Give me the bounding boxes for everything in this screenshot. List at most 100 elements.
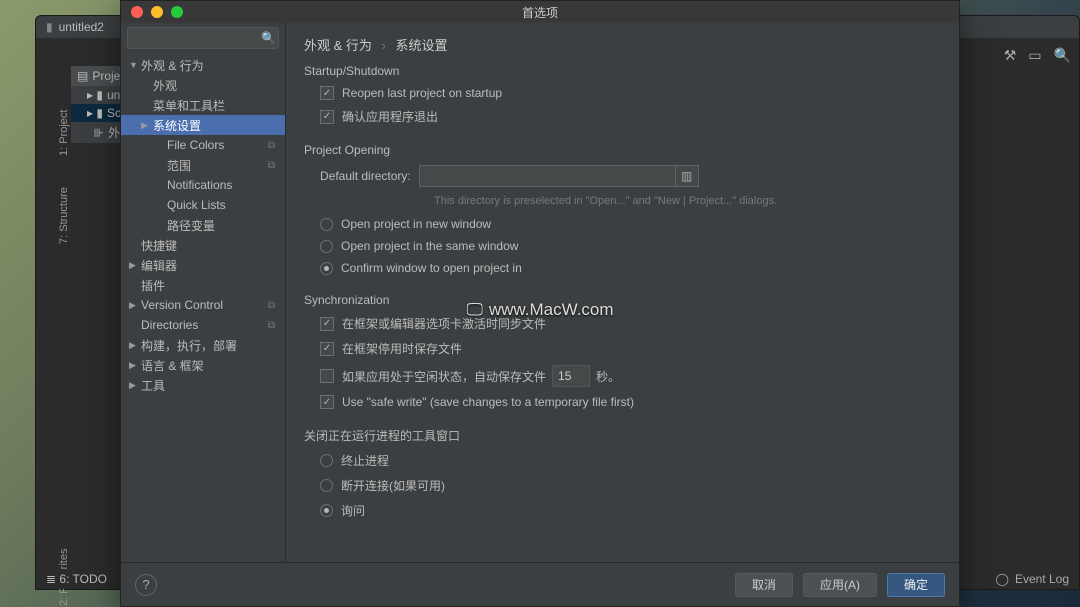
side-tab-structure[interactable]: 7: Structure <box>58 187 70 244</box>
todo-tab[interactable]: ≣ 6: TODO <box>46 572 107 586</box>
apply-button[interactable]: 应用(A) <box>803 573 877 597</box>
tree-item-label: 外观 <box>153 77 177 94</box>
safe-write-label: Use "safe write" (save changes to a temp… <box>342 395 634 409</box>
ok-button[interactable]: 确定 <box>887 573 945 597</box>
preferences-search: 🔍 <box>127 27 279 49</box>
terminate-radio[interactable] <box>320 454 333 467</box>
section-project-opening-title: Project Opening <box>304 143 941 157</box>
tree-arrow-icon: ▼ <box>129 60 139 70</box>
help-button[interactable]: ? <box>135 574 157 596</box>
ide-left-sidebar: 1: Project 7: Structure 2: Favorites <box>36 66 71 569</box>
auto-save-seconds-input[interactable] <box>552 365 590 387</box>
sync-activate-label: 在框架或编辑器选项卡激活时同步文件 <box>342 315 546 332</box>
tree-arrow-icon: ▶ <box>129 260 139 271</box>
tree-item-label: 语言 & 框架 <box>141 357 204 374</box>
open-new-window-radio[interactable] <box>320 218 333 231</box>
pref-tree-item[interactable]: 范围 ⧉ <box>121 155 285 175</box>
pref-tree-item[interactable]: ▼外观 & 行为 <box>121 55 285 75</box>
search-icon: 🔍 <box>261 31 276 45</box>
cancel-button[interactable]: 取消 <box>735 573 793 597</box>
preferences-title: 首选项 <box>522 4 558 21</box>
event-log-tab[interactable]: ◯ Event Log <box>996 572 1069 586</box>
tree-arrow-icon: ▶ <box>129 340 139 351</box>
tree-item-label: 外观 & 行为 <box>141 57 204 74</box>
default-dir-input-group: ▥ <box>419 165 699 187</box>
pref-tree-item[interactable]: ▶工具 <box>121 375 285 395</box>
tree-item-label: 插件 <box>141 277 165 294</box>
tree-arrow-icon: ▶ <box>129 380 139 391</box>
pref-tree-item[interactable]: ▶Version Control⧉ <box>121 295 285 315</box>
pref-tree-item[interactable]: 快捷键 <box>121 235 285 255</box>
section-closing-title: 关闭正在运行进程的工具窗口 <box>304 427 941 444</box>
terminate-label: 终止进程 <box>341 452 389 469</box>
preferences-footer: ? 取消 应用(A) 确定 <box>121 562 959 606</box>
window-icon[interactable]: ▭ <box>1028 47 1041 64</box>
tree-item-label: 范围 <box>167 157 191 174</box>
confirm-exit-label: 确认应用程序退出 <box>342 108 438 125</box>
default-dir-hint: This directory is preselected in "Open..… <box>434 195 941 207</box>
event-log-label: Event Log <box>1015 572 1069 586</box>
breadcrumb: 外观 & 行为 › 系统设置 <box>304 35 941 54</box>
pref-tree-item[interactable]: ▶系统设置 <box>121 115 285 135</box>
tree-item-label: 编辑器 <box>141 257 177 274</box>
open-new-window-label: Open project in new window <box>341 217 491 231</box>
search-everywhere-icon[interactable]: 🔍 <box>1054 47 1071 64</box>
pref-tree-item[interactable]: 菜单和工具栏 <box>121 95 285 115</box>
pref-tree-item[interactable]: ▶构建，执行，部署 <box>121 335 285 355</box>
section-sync-title: Synchronization <box>304 293 941 307</box>
disconnect-radio[interactable] <box>320 479 333 492</box>
open-same-window-label: Open project in the same window <box>341 239 518 253</box>
zoom-icon[interactable] <box>171 6 183 18</box>
safe-write-checkbox[interactable] <box>320 395 334 409</box>
ask-radio[interactable] <box>320 504 333 517</box>
confirm-window-radio[interactable] <box>320 262 333 275</box>
default-dir-input[interactable] <box>419 165 675 187</box>
preferences-sidebar: 🔍 ▼外观 & 行为外观菜单和工具栏▶系统设置File Colors⧉范围⧉No… <box>121 23 286 562</box>
auto-save-checkbox[interactable] <box>320 369 334 383</box>
tree-arrow-icon: ▶ <box>129 300 139 311</box>
sync-activate-checkbox[interactable] <box>320 317 334 331</box>
breadcrumb-root[interactable]: 外观 & 行为 <box>304 38 372 53</box>
project-badge-icon: ⧉ <box>268 320 275 331</box>
ide-toolbar-right: ⚒ ▭ 🔍 <box>1004 42 1071 68</box>
pref-tree-item[interactable]: Quick Lists <box>121 195 285 215</box>
tree-item-label: 路径变量 <box>167 217 215 234</box>
pref-tree-item[interactable]: Notifications <box>121 175 285 195</box>
ide-project-name: untitled2 <box>59 20 104 34</box>
folder-icon: ▮ <box>46 20 53 34</box>
auto-save-prefix: 如果应用处于空闲状态，自动保存文件 <box>342 368 546 385</box>
close-icon[interactable] <box>131 6 143 18</box>
preferences-body: 🔍 ▼外观 & 行为外观菜单和工具栏▶系统设置File Colors⧉范围⧉No… <box>121 23 959 562</box>
preferences-dialog: 首选项 🔍 ▼外观 & 行为外观菜单和工具栏▶系统设置File Colors⧉范… <box>120 0 960 607</box>
pref-tree-item[interactable]: 插件 <box>121 275 285 295</box>
build-icon[interactable]: ⚒ <box>1004 47 1017 64</box>
browse-folder-icon[interactable]: ▥ <box>675 165 699 187</box>
pref-tree-item[interactable]: 外观 <box>121 75 285 95</box>
tree-arrow-icon: ▶ <box>141 120 151 131</box>
reopen-label: Reopen last project on startup <box>342 86 502 100</box>
minimize-icon[interactable] <box>151 6 163 18</box>
tree-item-label: File Colors <box>167 138 224 152</box>
tree-item-label: 系统设置 <box>153 117 201 134</box>
save-deactivate-checkbox[interactable] <box>320 342 334 356</box>
preferences-tree: ▼外观 & 行为外观菜单和工具栏▶系统设置File Colors⧉范围⧉Noti… <box>121 53 285 562</box>
pref-tree-item[interactable]: 路径变量 <box>121 215 285 235</box>
breadcrumb-leaf: 系统设置 <box>396 38 448 53</box>
reopen-checkbox[interactable] <box>320 86 334 100</box>
confirm-exit-checkbox[interactable] <box>320 110 334 124</box>
search-input[interactable] <box>127 27 279 49</box>
project-badge-icon: ⧉ <box>268 160 275 171</box>
side-tab-project[interactable]: 1: Project <box>58 110 70 156</box>
pref-tree-item[interactable]: Directories⧉ <box>121 315 285 335</box>
pref-tree-item[interactable]: ▶编辑器 <box>121 255 285 275</box>
tree-item-label: Quick Lists <box>167 198 226 212</box>
tree-item-label: Notifications <box>167 178 232 192</box>
tree-item-label: 构建，执行，部署 <box>141 337 237 354</box>
tree-item-label: 工具 <box>141 377 165 394</box>
save-deactivate-label: 在框架停用时保存文件 <box>342 340 462 357</box>
open-same-window-radio[interactable] <box>320 240 333 253</box>
project-badge-icon: ⧉ <box>268 300 275 311</box>
pref-tree-item[interactable]: ▶语言 & 框架 <box>121 355 285 375</box>
tree-item-label: 菜单和工具栏 <box>153 97 225 114</box>
pref-tree-item[interactable]: File Colors⧉ <box>121 135 285 155</box>
